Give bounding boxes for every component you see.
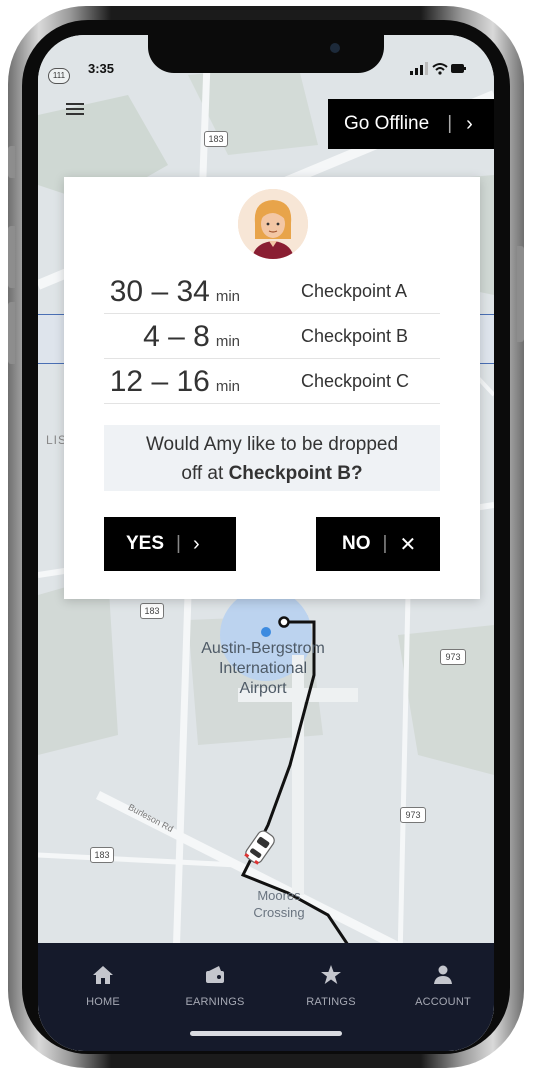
eta-unit: min [215, 378, 240, 395]
eta-unit: min [215, 288, 240, 305]
chevron-right-icon: › [466, 112, 473, 135]
dropoff-question: Would Amy like to be dropped off at Chec… [104, 425, 440, 491]
go-offline-button[interactable]: Go Offline | › [328, 99, 494, 149]
road-shield-183: 183 [204, 131, 228, 147]
camera [330, 43, 340, 53]
chevron-right-icon: › [192, 532, 200, 555]
no-label: NO [342, 533, 371, 554]
checkpoint-label: Checkpoint A [301, 281, 408, 301]
divider [104, 403, 440, 404]
separator: | [447, 113, 453, 134]
avatar [238, 189, 308, 259]
map-label-airport: Austin-Bergstrom International Airport [188, 639, 338, 699]
map-label-airport-line3: Airport [239, 680, 287, 697]
status-icons [410, 62, 466, 81]
tab-account[interactable]: ACCOUNT [398, 965, 488, 1008]
eta-row-c[interactable]: 12 – 16 min Checkpoint C [64, 359, 480, 403]
power-button [517, 246, 524, 342]
home-indicator[interactable] [190, 1031, 342, 1036]
tab-label: RATINGS [306, 996, 356, 1008]
map-label-airport-line1: Austin-Bergstrom [201, 640, 325, 657]
tab-label: HOME [86, 996, 120, 1008]
tab-earnings[interactable]: EARNINGS [170, 965, 260, 1008]
eta-unit: min [215, 333, 240, 350]
tab-label: EARNINGS [185, 996, 245, 1008]
tab-ratings[interactable]: RATINGS [286, 965, 376, 1008]
eta-row-b[interactable]: 4 – 8 min Checkpoint B [64, 314, 480, 358]
go-offline-label: Go Offline [344, 113, 430, 134]
eta-range: 30 – 34 min [110, 275, 240, 309]
yes-label: YES [126, 533, 165, 554]
star-icon [321, 965, 341, 984]
eta-range: 12 – 16 min [110, 365, 240, 399]
phone-screen: 183 183 183 973 973 Burleson Rd LIS Aust… [38, 35, 494, 1051]
bottom-tab-bar: HOME EARNINGS RATINGS ACCOUNT [38, 943, 494, 1051]
road-shield-183: 183 [90, 847, 114, 863]
checkpoint-label: Checkpoint B [301, 326, 409, 346]
battery-icon [451, 64, 466, 73]
eta-row-a[interactable]: 30 – 34 min Checkpoint A [64, 269, 480, 313]
road-shield-183: 183 [140, 603, 164, 619]
status-time: 3:35 [88, 61, 115, 76]
route-origin-marker [278, 616, 290, 628]
no-button[interactable]: NO | ✕ [316, 517, 440, 571]
separator: | [176, 533, 181, 554]
volume-down-button [8, 302, 15, 364]
signal-icon [410, 62, 428, 75]
dropoff-dialog: 30 – 34 min Checkpoint A 4 – 8 min Checkpo… [64, 177, 480, 599]
close-icon: ✕ [399, 533, 417, 556]
location-pin [261, 627, 271, 637]
eta-range: 4 – 8 min [143, 320, 240, 354]
separator: | [382, 533, 388, 554]
road-shield-973: 973 [400, 807, 426, 823]
map-label-moores-line1: Moores [257, 888, 301, 903]
menu-icon[interactable] [66, 103, 84, 117]
status-badge: 111 [48, 68, 70, 84]
road-shield-973: 973 [440, 649, 466, 665]
question-line2: off at Checkpoint B? [104, 459, 440, 488]
yes-button[interactable]: YES | › [104, 517, 236, 571]
map-label-moores-crossing: Moores Crossing [244, 887, 314, 921]
account-icon [434, 965, 452, 984]
eta-range-value: 30 – 34 [109, 275, 210, 308]
tab-label: ACCOUNT [415, 996, 471, 1008]
question-checkpoint: Checkpoint B? [228, 463, 363, 484]
mute-switch [8, 146, 15, 178]
wallet-icon [206, 966, 224, 983]
question-line1: Would Amy like to be dropped [145, 434, 399, 455]
question-prefix: off at [181, 463, 229, 484]
notch [148, 35, 384, 73]
eta-range-value: 12 – 16 [109, 365, 210, 398]
map-label-airport-line2: International [218, 660, 308, 677]
home-icon [93, 966, 113, 984]
wifi-icon [432, 63, 448, 75]
tab-home[interactable]: HOME [58, 965, 148, 1008]
volume-up-button [8, 226, 15, 288]
map-label-moores-line2: Crossing [253, 905, 305, 920]
checkpoint-label: Checkpoint C [301, 371, 410, 391]
eta-range-value: 4 – 8 [143, 320, 210, 353]
